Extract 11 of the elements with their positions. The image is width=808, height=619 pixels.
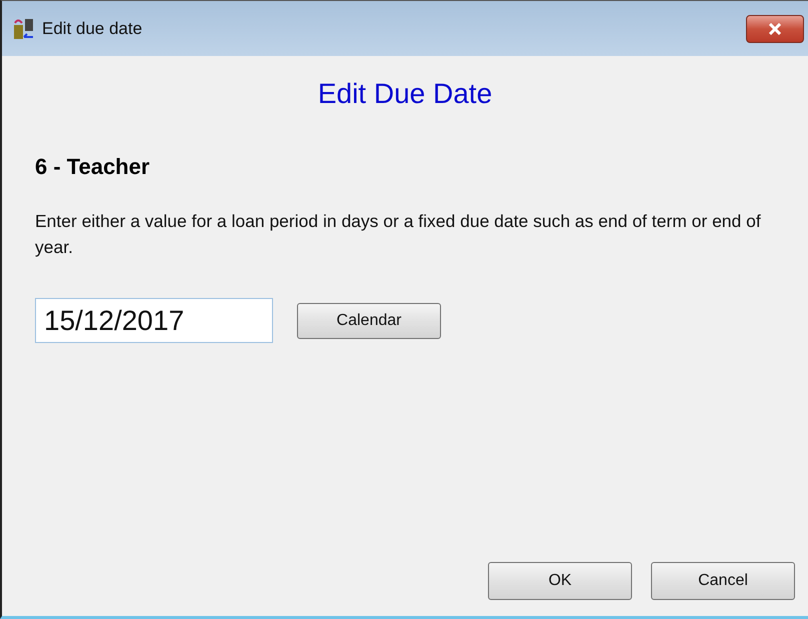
dialog-heading: Edit Due Date bbox=[316, 78, 494, 110]
window-title: Edit due date bbox=[42, 18, 144, 38]
due-date-field[interactable]: 15/12/2017 bbox=[35, 298, 273, 343]
dialog-button[interactable]: Cancel bbox=[651, 562, 795, 600]
dialog-button[interactable]: OK bbox=[488, 562, 632, 600]
close-icon bbox=[768, 22, 782, 34]
app-icon bbox=[12, 16, 36, 40]
category-label: 6 - Teacher bbox=[35, 154, 151, 180]
close-button[interactable] bbox=[746, 14, 804, 42]
instructions-text: Enter either a value for a loan period in days or a fixed due date such as end of term or end of year. bbox=[35, 210, 762, 259]
calendar-button[interactable]: Calendar bbox=[297, 302, 441, 338]
